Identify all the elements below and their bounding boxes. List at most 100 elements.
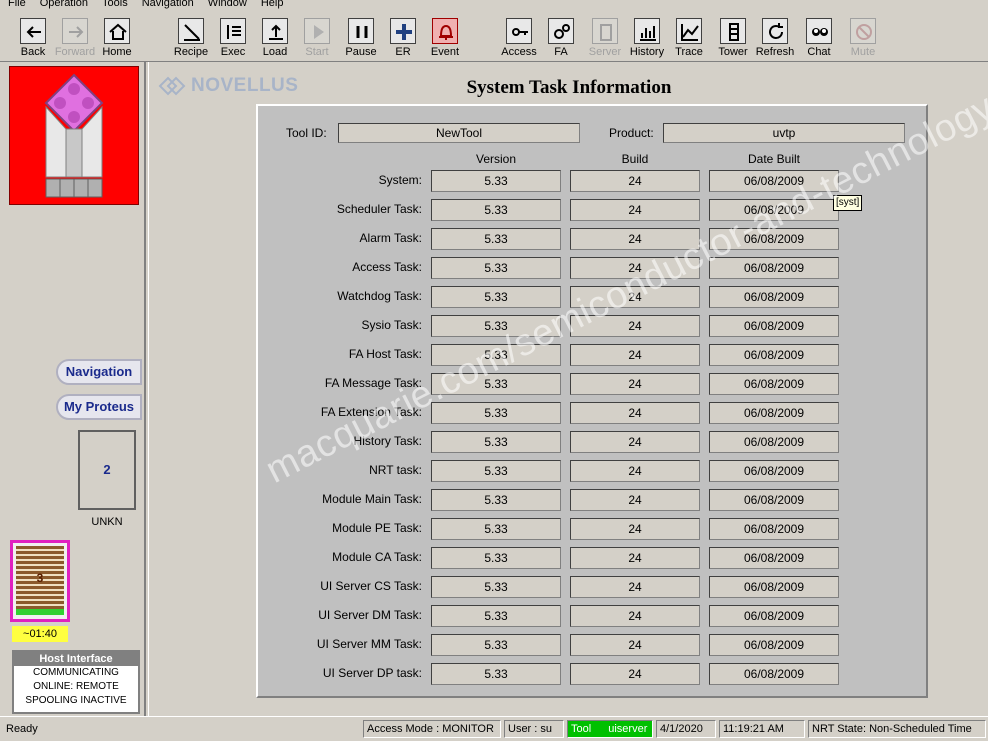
column-header-build: Build: [621, 152, 649, 166]
toolbar: Back Forward Home Recipe Exec Load Start Pause E…: [0, 12, 988, 62]
toolbar-load-button[interactable]: Load: [252, 18, 298, 62]
toolbar-forward-button[interactable]: Forward: [52, 18, 98, 62]
my-proteus-button[interactable]: My Proteus: [56, 394, 142, 420]
main-content: NOVELLUS System Task Information Tool ID…: [148, 62, 988, 716]
chat-icon: [806, 18, 832, 44]
toolbar-refresh-button[interactable]: Refresh: [752, 18, 798, 62]
toolbar-button-label: Load: [262, 46, 288, 58]
recipe-icon: [178, 18, 204, 44]
menu-tools[interactable]: Tools: [102, 0, 128, 9]
toolbar-recipe-button[interactable]: Recipe: [168, 18, 214, 62]
cassette-number: 3: [36, 571, 44, 585]
status-tool-server: uiserver: [608, 723, 648, 735]
menu-help[interactable]: Help: [261, 0, 284, 9]
toolbar-mute-button[interactable]: Mute: [840, 18, 886, 62]
trace-chart-icon: [676, 18, 702, 44]
app-window: File Operation Tools Navigation Window H…: [0, 0, 988, 741]
toolbar-exec-button[interactable]: Exec: [210, 18, 256, 62]
toolbar-button-label: Home: [102, 46, 132, 58]
task-date-cell: 06/08/2009: [709, 518, 839, 540]
column-header-date-built: Date Built: [747, 152, 801, 166]
task-date-cell: 06/08/2009: [709, 373, 839, 395]
toolbar-home-button[interactable]: Home: [94, 18, 140, 62]
toolbar-button-label: Access: [501, 46, 537, 58]
task-name: History Task:: [353, 434, 422, 448]
table-row: Alarm Task: 5.33 24 06/08/2009: [258, 228, 926, 250]
task-version-cell: 5.33: [431, 199, 561, 221]
task-build-cell: 24: [570, 199, 700, 221]
task-build-cell: 24: [570, 547, 700, 569]
menu-navigation[interactable]: Navigation: [142, 0, 194, 9]
task-date-cell: 06/08/2009: [709, 286, 839, 308]
status-access-mode: Access Mode : MONITOR: [363, 720, 501, 738]
toolbar-history-button[interactable]: History: [624, 18, 670, 62]
menu-window[interactable]: Window: [208, 0, 247, 9]
task-date-cell: 06/08/2009: [709, 315, 839, 337]
task-name: System:: [378, 173, 422, 187]
toolbar-access-button[interactable]: Access: [496, 18, 542, 62]
toolbar-button-label: Mute: [850, 46, 876, 58]
task-build-cell: 24: [570, 170, 700, 192]
task-date-cell: 06/08/2009: [709, 431, 839, 453]
toolbar-event-button[interactable]: Event: [422, 18, 468, 62]
task-date-cell: 06/08/2009: [709, 170, 839, 192]
task-name: Scheduler Task:: [336, 202, 422, 216]
task-version-cell: 5.33: [431, 605, 561, 627]
plus-icon: [390, 18, 416, 44]
task-build-cell: 24: [570, 663, 700, 685]
task-info-panel: Tool ID: NewTool Product: uvtp Version B…: [256, 104, 928, 698]
task-version-cell: 5.33: [431, 344, 561, 366]
cassette-indicator[interactable]: 3: [10, 540, 70, 622]
task-date-cell: 06/08/2009: [709, 460, 839, 482]
menu-operation[interactable]: Operation: [40, 0, 88, 9]
table-row: Sysio Task: 5.33 24 06/08/2009: [258, 315, 926, 337]
task-date-cell: 06/08/2009: [709, 605, 839, 627]
toolbar-button-label: FA: [554, 46, 568, 58]
tool-status-graphic[interactable]: [9, 66, 139, 205]
status-tool-label: Tool: [571, 723, 592, 735]
cassette-gauge: [16, 609, 64, 615]
task-version-cell: 5.33: [431, 228, 561, 250]
tool-id-field: NewTool: [338, 123, 580, 143]
key-icon: [506, 18, 532, 44]
host-interface-panel: Host Interface COMMUNICATING ONLINE: REM…: [12, 650, 140, 714]
table-row: FA Extension Task: 5.33 24 06/08/2009: [258, 402, 926, 424]
task-build-cell: 24: [570, 228, 700, 250]
toolbar-er-button[interactable]: ER: [380, 18, 426, 62]
toolbar-trace-button[interactable]: Trace: [666, 18, 712, 62]
task-name: Module Main Task:: [322, 492, 422, 506]
module-number: 2: [103, 462, 111, 477]
toolbar-button-label: Pause: [345, 46, 377, 58]
task-build-cell: 24: [570, 518, 700, 540]
menu-file[interactable]: File: [8, 0, 26, 9]
toolbar-button-label: Server: [588, 46, 622, 58]
play-icon: [304, 18, 330, 44]
toolbar-back-button[interactable]: Back: [10, 18, 56, 62]
task-build-cell: 24: [570, 315, 700, 337]
task-version-cell: 5.33: [431, 663, 561, 685]
host-status-online: ONLINE: REMOTE: [33, 681, 119, 692]
navigation-button[interactable]: Navigation: [56, 359, 142, 385]
bell-icon: [432, 18, 458, 44]
table-row: FA Host Task: 5.33 24 06/08/2009: [258, 344, 926, 366]
toolbar-chat-button[interactable]: Chat: [796, 18, 842, 62]
toolbar-button-label: History: [629, 46, 665, 58]
task-date-cell: 06/08/2009: [709, 634, 839, 656]
toolbar-start-button[interactable]: Start: [294, 18, 340, 62]
pause-icon: [348, 18, 374, 44]
task-date-cell: 06/08/2009: [709, 547, 839, 569]
task-name: Access Task:: [352, 260, 422, 274]
table-row: UI Server CS Task: 5.33 24 06/08/2009: [258, 576, 926, 598]
toolbar-server-button[interactable]: Server: [582, 18, 628, 62]
task-name: Watchdog Task:: [337, 289, 422, 303]
forward-arrow-icon: [62, 18, 88, 44]
task-date-cell: 06/08/2009: [709, 402, 839, 424]
status-nrt-state: NRT State: Non-Scheduled Time: [808, 720, 986, 738]
task-version-cell: 5.33: [431, 315, 561, 337]
toolbar-fa-button[interactable]: FA: [538, 18, 584, 62]
back-arrow-icon: [20, 18, 46, 44]
toolbar-pause-button[interactable]: Pause: [338, 18, 384, 62]
toolbar-tower-button[interactable]: Tower: [710, 18, 756, 62]
task-build-cell: 24: [570, 257, 700, 279]
module-indicator[interactable]: 2: [78, 430, 136, 510]
